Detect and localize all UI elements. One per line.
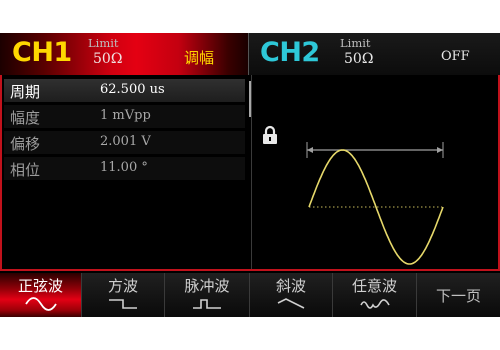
ch2-status-panel[interactable]: CH2 Limit 50Ω OFF: [249, 33, 500, 75]
parameter-list: 周期 62.500 us 幅度 1 mVpp 偏移 2.001 V 相位 11.…: [4, 79, 245, 183]
param-name: 幅度: [10, 109, 41, 127]
ch1-status-panel[interactable]: CH1 Limit 50Ω 调幅: [0, 33, 249, 75]
softkey-sine[interactable]: 正弦波: [0, 273, 82, 317]
param-row-phase[interactable]: 相位 11.00 °: [4, 157, 245, 180]
ch2-limit-label: Limit: [340, 36, 371, 50]
softkey-label: 任意波: [351, 277, 397, 295]
param-row-amplitude[interactable]: 幅度 1 mVpp: [4, 105, 245, 128]
softkey-bar: 正弦波 方波 脉冲波 斜波 任意波 下一页: [0, 273, 500, 317]
softkey-label: 斜波: [275, 277, 306, 295]
softkey-next-page[interactable]: 下一页: [417, 273, 500, 317]
pulse-wave-icon: [193, 299, 221, 309]
softkey-ramp[interactable]: 斜波: [250, 273, 333, 317]
param-value: 11.00 °: [100, 160, 148, 175]
ch1-limit-label: Limit: [88, 36, 119, 50]
instrument-screen: CH1 Limit 50Ω 调幅 CH2 Limit 50Ω OFF 周期 62…: [0, 33, 500, 317]
param-row-period[interactable]: 周期 62.500 us: [4, 79, 245, 102]
param-row-offset[interactable]: 偏移 2.001 V: [4, 131, 245, 154]
channel-header: CH1 Limit 50Ω 调幅 CH2 Limit 50Ω OFF: [0, 33, 500, 75]
softkey-label: 方波: [107, 277, 138, 295]
ramp-wave-icon: [277, 298, 305, 309]
param-name: 偏移: [10, 135, 41, 153]
period-marker-left-arrow: [307, 147, 313, 153]
ch2-output-state: OFF: [441, 49, 470, 64]
sine-wave-icon: [24, 297, 57, 311]
param-value: 62.500 us: [100, 82, 165, 97]
square-wave-icon: [109, 299, 137, 309]
softkey-square[interactable]: 方波: [82, 273, 165, 317]
ch1-modulation-mode: 调幅: [184, 49, 215, 67]
param-value: 1 mVpp: [100, 108, 151, 123]
softkey-pulse[interactable]: 脉冲波: [165, 273, 250, 317]
param-name: 周期: [10, 83, 41, 101]
ch2-label: CH2: [260, 37, 320, 68]
softkey-label: 下一页: [435, 287, 481, 305]
arbitrary-wave-icon: [359, 299, 390, 309]
main-panel: 周期 62.500 us 幅度 1 mVpp 偏移 2.001 V 相位 11.…: [0, 75, 500, 271]
ch1-label: CH1: [12, 37, 72, 68]
softkey-label: 正弦波: [17, 277, 63, 295]
softkey-label: 脉冲波: [184, 277, 230, 295]
ch1-impedance: 50Ω: [93, 51, 123, 67]
param-value: 2.001 V: [100, 134, 151, 149]
softkey-arbitrary[interactable]: 任意波: [333, 273, 417, 317]
waveform-preview: [306, 142, 444, 265]
period-marker-right-arrow: [437, 147, 443, 153]
param-name: 相位: [10, 161, 41, 179]
ch2-impedance: 50Ω: [344, 51, 374, 67]
